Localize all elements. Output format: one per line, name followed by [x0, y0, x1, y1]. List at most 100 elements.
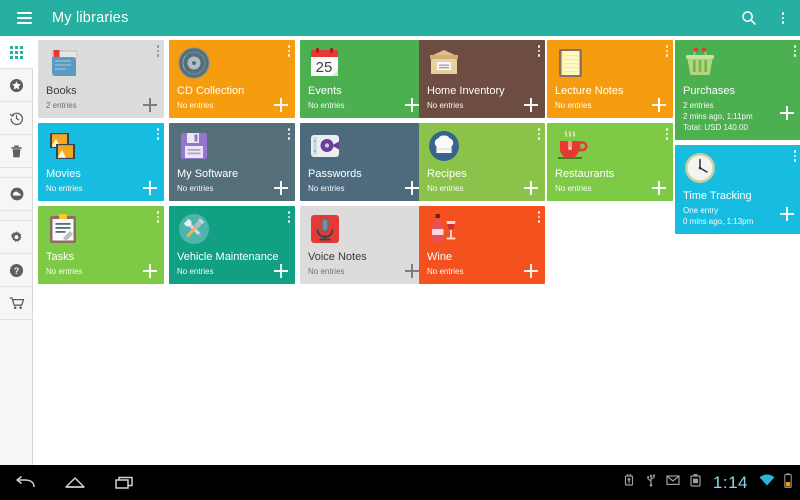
grid-icon: [10, 46, 23, 59]
library-card-events[interactable]: 25 Events No entries: [300, 40, 426, 118]
library-card-vehicle-maintenance[interactable]: Vehicle Maintenance No entries: [169, 206, 295, 284]
card-meta-line: Total: USD 140.00: [683, 122, 793, 133]
overflow-menu-icon[interactable]: [766, 0, 800, 36]
microphone-icon: [300, 206, 426, 250]
add-entry-button[interactable]: [274, 98, 288, 112]
sidebar-item-all-libraries[interactable]: [0, 36, 33, 69]
add-entry-button[interactable]: [652, 98, 666, 112]
library-card-purchases[interactable]: Purchases 2 entries 2 mins ago, 1:11pm T…: [675, 40, 800, 140]
recents-icon[interactable]: [100, 465, 150, 500]
tablet-screen: My libraries: [0, 0, 800, 500]
add-entry-button[interactable]: [780, 207, 794, 221]
app-bar: My libraries: [0, 0, 800, 36]
card-overflow-icon[interactable]: [794, 150, 797, 162]
library-card-home-inventory[interactable]: Home Inventory No entries: [419, 40, 545, 118]
sidebar-item-recent[interactable]: [0, 102, 33, 135]
library-card-cd-collection[interactable]: CD Collection No entries: [169, 40, 295, 118]
clock-icon: [675, 145, 800, 189]
history-icon: [9, 111, 24, 126]
chef-hat-icon: [419, 123, 545, 167]
gear-icon: [9, 230, 24, 245]
card-title: Voice Notes: [300, 250, 426, 264]
library-card-books[interactable]: Books 2 entries: [38, 40, 164, 118]
card-overflow-icon[interactable]: [288, 128, 291, 140]
card-overflow-icon[interactable]: [157, 211, 160, 223]
card-title: My Software: [169, 167, 295, 181]
wifi-icon: [759, 474, 775, 492]
notepad-icon: [547, 40, 673, 84]
card-title: Lecture Notes: [547, 84, 673, 98]
search-icon[interactable]: [732, 0, 766, 36]
sidebar-item-favorites[interactable]: [0, 69, 33, 102]
card-overflow-icon[interactable]: [538, 45, 541, 57]
library-card-my-software[interactable]: My Software No entries: [169, 123, 295, 201]
add-entry-button[interactable]: [524, 181, 538, 195]
add-entry-button[interactable]: [780, 106, 794, 120]
sidebar: ?: [0, 36, 33, 465]
add-entry-button[interactable]: [652, 181, 666, 195]
trash-icon: [9, 144, 24, 159]
library-card-lecture-notes[interactable]: Lecture Notes No entries: [547, 40, 673, 118]
add-entry-button[interactable]: [405, 181, 419, 195]
cart-icon: [9, 295, 25, 311]
svg-text:25: 25: [316, 59, 333, 76]
library-card-movies[interactable]: Movies No entries: [38, 123, 164, 201]
add-entry-button[interactable]: [405, 98, 419, 112]
add-entry-button[interactable]: [405, 264, 419, 278]
card-overflow-icon[interactable]: [538, 128, 541, 140]
card-overflow-icon[interactable]: [666, 128, 669, 140]
card-overflow-icon[interactable]: [157, 128, 160, 140]
card-title: Books: [38, 84, 164, 98]
grid-column-4: Home Inventory No entries Recip: [419, 40, 545, 289]
sidebar-item-settings[interactable]: [0, 221, 33, 254]
card-meta-line: 2 entries: [683, 100, 793, 111]
sidebar-item-trash[interactable]: [0, 135, 33, 168]
add-entry-button[interactable]: [524, 264, 538, 278]
card-title: Passwords: [300, 167, 426, 181]
card-overflow-icon[interactable]: [538, 211, 541, 223]
card-meta-line: 0 mins ago, 1:13pm: [683, 216, 793, 227]
card-title: Time Tracking: [675, 189, 800, 203]
card-overflow-icon[interactable]: [794, 45, 797, 57]
library-card-voice-notes[interactable]: Voice Notes No entries: [300, 206, 426, 284]
home-icon[interactable]: [50, 465, 100, 500]
sidebar-item-cloud-sync[interactable]: [0, 178, 33, 211]
library-card-time-tracking[interactable]: Time Tracking One entry 0 mins ago, 1:13…: [675, 145, 800, 234]
add-entry-button[interactable]: [524, 98, 538, 112]
card-meta-line: 2 mins ago, 1:11pm: [683, 111, 793, 122]
card-overflow-icon[interactable]: [288, 45, 291, 57]
status-tray: 1:14: [622, 473, 800, 493]
add-entry-button[interactable]: [274, 181, 288, 195]
card-title: Movies: [38, 167, 164, 181]
card-title: Recipes: [419, 167, 545, 181]
add-entry-button[interactable]: [143, 264, 157, 278]
add-entry-button[interactable]: [274, 264, 288, 278]
status-clock: 1:14: [711, 473, 750, 493]
grid-column-1: Books 2 entries: [38, 40, 164, 289]
grid-wrapper: Books 2 entries: [34, 36, 800, 40]
library-card-wine[interactable]: Wine No entries: [419, 206, 545, 284]
library-card-tasks[interactable]: Tasks No entries: [38, 206, 164, 284]
padlock-icon: [300, 123, 426, 167]
screenshot-icon: [689, 473, 702, 492]
cloud-icon: [9, 186, 25, 202]
sidebar-divider-2: [0, 211, 32, 221]
hamburger-icon[interactable]: [6, 0, 42, 36]
card-overflow-icon[interactable]: [157, 45, 160, 57]
usb-icon: [645, 473, 657, 492]
sidebar-item-store[interactable]: [0, 287, 33, 320]
library-card-restaurants[interactable]: Restaurants No entries: [547, 123, 673, 201]
card-title: Tasks: [38, 250, 164, 264]
library-card-recipes[interactable]: Recipes No entries: [419, 123, 545, 201]
library-card-passwords[interactable]: Passwords No entries: [300, 123, 426, 201]
floppy-disk-icon: [169, 123, 295, 167]
sidebar-item-help[interactable]: ?: [0, 254, 33, 287]
card-overflow-icon[interactable]: [288, 211, 291, 223]
add-entry-button[interactable]: [143, 98, 157, 112]
shopping-basket-icon: [675, 40, 800, 84]
card-title: Vehicle Maintenance: [169, 250, 295, 264]
back-icon[interactable]: [0, 465, 50, 500]
box-icon: [419, 40, 545, 84]
add-entry-button[interactable]: [143, 181, 157, 195]
card-overflow-icon[interactable]: [666, 45, 669, 57]
